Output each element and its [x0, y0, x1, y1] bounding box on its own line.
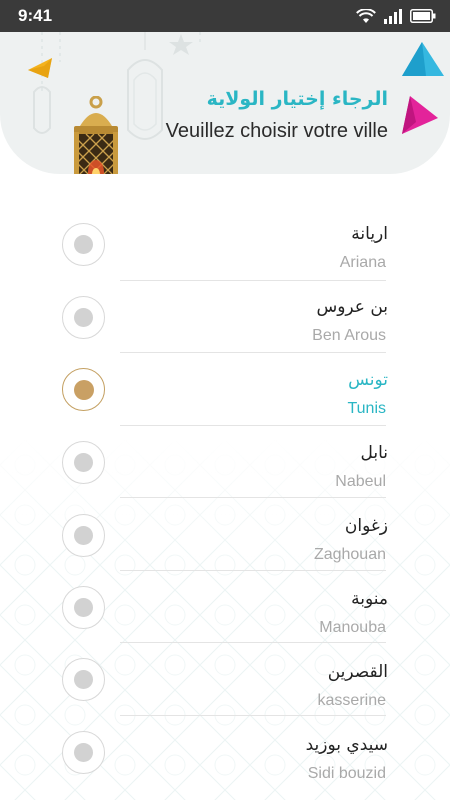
status-icons: [356, 8, 436, 24]
signal-icon: [384, 8, 402, 24]
battery-icon: [410, 9, 436, 23]
list-item-sidi-bouzid[interactable]: سيدي بوزيد Sidi bouzid: [0, 711, 450, 784]
radio-button[interactable]: [62, 223, 105, 266]
list-item-manouba[interactable]: منوبة Manouba: [0, 565, 450, 643]
pennant-blue-icon: [402, 42, 444, 76]
list-item-zaghouan[interactable]: زغوان Zaghouan: [0, 492, 450, 571]
radio-button[interactable]: [62, 586, 105, 629]
status-bar: 9:41: [0, 0, 450, 32]
radio-button[interactable]: [62, 658, 105, 701]
pennant-pink-icon: [402, 96, 438, 134]
city-name-french: Ariana: [339, 254, 386, 271]
radio-button[interactable]: [62, 514, 105, 557]
wifi-icon: [356, 8, 376, 23]
lantern-icon: [74, 96, 118, 174]
city-name-french: Nabeul: [335, 473, 386, 490]
radio-button-selected[interactable]: [62, 368, 105, 411]
status-time: 9:41: [18, 6, 53, 25]
city-name-arabic: اريانة: [351, 224, 388, 244]
city-name-french: Sidi bouzid: [307, 765, 386, 782]
page-title-french: Veuillez choisir votre ville: [165, 120, 388, 142]
city-name-arabic: منوبة: [351, 589, 388, 609]
radio-button[interactable]: [62, 731, 105, 774]
radio-button[interactable]: [62, 296, 105, 339]
page-title-arabic: الرجاء إختيار الولاية: [206, 88, 388, 110]
city-name-french: Tunis: [347, 400, 386, 417]
city-name-arabic: بن عروس: [316, 297, 388, 317]
pennant-yellow-icon: [28, 58, 52, 78]
city-name-french: Zaghouan: [313, 546, 386, 563]
list-item-ariana[interactable]: اريانة Ariana: [0, 200, 450, 281]
header-banner: الرجاء إختيار الولاية Veuillez choisir v…: [0, 32, 450, 174]
city-name-arabic: زغوان: [344, 516, 388, 536]
list-item-ben-arous[interactable]: بن عروس Ben Arous: [0, 273, 450, 353]
city-name-arabic: سيدي بوزيد: [305, 735, 388, 755]
list-item-tunis[interactable]: تونس Tunis: [0, 346, 450, 426]
city-name-arabic: القصرين: [327, 662, 388, 682]
city-name-arabic: تونس: [348, 370, 388, 390]
city-name-french: kasserine: [317, 692, 386, 709]
city-name-french: Manouba: [319, 619, 386, 636]
city-name-french: Ben Arous: [312, 327, 386, 344]
radio-button[interactable]: [62, 441, 105, 484]
city-name-arabic: نابل: [360, 443, 388, 463]
list-item-kasserine[interactable]: القصرين kasserine: [0, 638, 450, 716]
list-item-nabeul[interactable]: نابل Nabeul: [0, 419, 450, 498]
